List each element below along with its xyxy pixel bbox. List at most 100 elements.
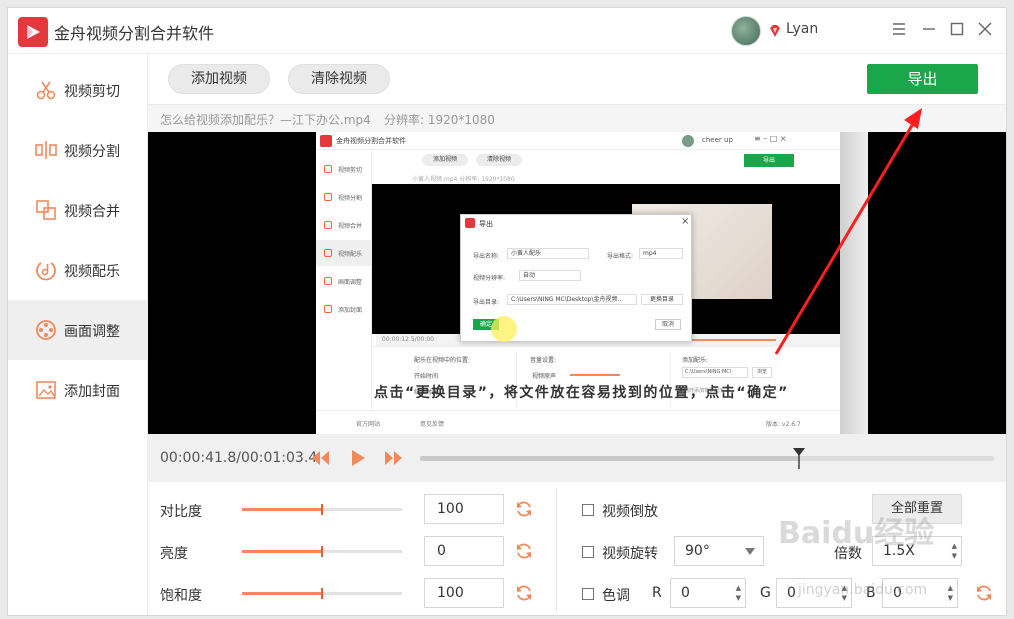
sidebar-item-cut[interactable]: 视频剪切 [8, 60, 148, 120]
app-logo-icon [18, 17, 48, 47]
contrast-input[interactable]: 100 [424, 494, 504, 524]
close-icon[interactable] [974, 18, 996, 40]
contrast-slider-handle[interactable] [321, 504, 323, 515]
sidebar-item-label: 视频合并 [64, 204, 120, 220]
timeline-track[interactable] [420, 456, 994, 461]
file-info-bar: 怎么给视频添加配乐？—江下办公.mp4 分辨率: 1920*1080 [148, 104, 1006, 132]
sidebar-item-music[interactable]: 视频配乐 [8, 240, 148, 300]
maximize-icon[interactable] [946, 18, 968, 40]
music-icon [36, 262, 56, 281]
g-label: G [760, 585, 771, 601]
saturation-slider-fill [242, 592, 322, 595]
dialog-name-label: 导出名称: [473, 253, 500, 260]
inner-add-video-button: 添加视频 [422, 154, 468, 166]
dialog-dir-field: C:\Users\NING MC\Desktop\金舟视频.. [507, 294, 637, 305]
add-video-button[interactable]: 添加视频 [168, 64, 270, 94]
dialog-mode-label: 视频分辨率: [473, 275, 506, 282]
scissors-icon [36, 81, 56, 100]
sidebar-item-cover[interactable]: 添加封面 [8, 360, 148, 420]
inner-user-name: cheer up [702, 136, 733, 144]
inner-sidebar-item: 视频配乐 [316, 240, 372, 266]
minimize-icon[interactable] [918, 18, 940, 40]
timeline-bar: 00:00:41.8/00:01:03.4 [148, 434, 1006, 482]
sidebar-item-label: 画面调整 [64, 324, 120, 340]
brightness-slider[interactable] [242, 546, 402, 557]
brightness-label: 亮度 [160, 546, 188, 562]
inner-status-bar: 官方网站 意见反馈 版本: v2.6.7 [316, 410, 840, 434]
rotate-label: 视频旋转 [602, 546, 658, 562]
app-title: 金舟视频分割合并软件 [54, 24, 215, 43]
refresh-icon[interactable] [514, 499, 534, 519]
dialog-mode-select: 自动 [519, 270, 581, 281]
avatar[interactable] [731, 16, 761, 46]
saturation-slider[interactable] [242, 588, 402, 599]
r-label: R [652, 585, 662, 601]
reverse-checkbox[interactable] [582, 504, 594, 516]
speed-spinner-icon[interactable]: ▲ ▼ [952, 541, 957, 561]
refresh-icon[interactable] [514, 583, 534, 603]
menu-icon[interactable] [888, 18, 910, 40]
film-reel-icon [36, 320, 56, 340]
dialog-format-label: 导出格式: [607, 253, 634, 260]
file-name: 怎么给视频添加配乐？—江下办公.mp4 [160, 113, 371, 127]
r-spinner-icon[interactable]: ▲ ▼ [736, 583, 741, 603]
b-spinner-icon[interactable]: ▲ ▼ [948, 583, 953, 603]
inner-window-controls-icon: ≡ – □ × [754, 134, 787, 143]
brightness-input[interactable]: 0 [424, 536, 504, 566]
sidebar: 视频剪切 视频分割 视频合并 视频配乐 画面调整 添加封面 [8, 54, 148, 615]
rotate-select[interactable]: 90° [674, 536, 764, 566]
inner-sidebar-item: 视频剪切 [316, 156, 372, 182]
r-value: 0 [681, 585, 690, 601]
desktop-wallpaper [840, 132, 868, 434]
reverse-label: 视频倒放 [602, 504, 658, 520]
refresh-icon[interactable] [974, 583, 994, 603]
inner-app-title: 金舟视频分割合并软件 [336, 137, 406, 145]
brightness-slider-handle[interactable] [321, 546, 323, 557]
rewind-icon[interactable] [311, 449, 331, 467]
panel-divider [556, 488, 557, 612]
title-bar: 金舟视频分割合并软件 Lyan [8, 8, 1006, 54]
clear-video-button[interactable]: 清除视频 [288, 64, 390, 94]
playhead-icon[interactable] [792, 447, 805, 469]
fast-forward-icon[interactable] [383, 449, 403, 467]
inner-export-button: 导出 [744, 154, 794, 167]
user-name[interactable]: Lyan [786, 21, 818, 37]
brightness-slider-fill [242, 550, 322, 553]
file-resolution: 分辨率: 1920*1080 [384, 113, 495, 127]
tone-checkbox[interactable] [582, 588, 594, 600]
inner-file-info: 小黄人视频.mp4 分辨率: 1920*1080 [412, 176, 515, 183]
rotate-checkbox[interactable] [582, 546, 594, 558]
contrast-slider[interactable] [242, 504, 402, 515]
play-icon[interactable] [348, 449, 368, 467]
saturation-slider-handle[interactable] [321, 588, 323, 599]
inner-avatar [682, 135, 694, 147]
export-button[interactable]: 导出 [867, 64, 978, 94]
image-icon [36, 381, 56, 399]
split-icon [35, 141, 57, 159]
watermark-url: jingyan.baidu.com [798, 582, 928, 598]
vip-diamond-icon [770, 25, 780, 37]
sidebar-item-split[interactable]: 视频分割 [8, 120, 148, 180]
dialog-title: 导出 [479, 220, 493, 228]
click-highlight [491, 316, 517, 342]
contrast-label: 对比度 [160, 504, 202, 520]
saturation-label: 饱和度 [160, 588, 202, 604]
video-preview: 金舟视频分割合并软件 cheer up ≡ – □ × 添加视频 清除视频 导出… [148, 132, 1006, 434]
dialog-format-select: mp4 [639, 248, 683, 259]
timeline-progress [420, 456, 799, 461]
g-value: 0 [787, 585, 796, 601]
inner-sidebar-item: 添加封面 [316, 296, 372, 322]
inner-app-logo-icon [320, 135, 332, 147]
sidebar-item-adjust[interactable]: 画面调整 [8, 300, 148, 360]
sidebar-item-label: 添加封面 [64, 384, 120, 400]
r-input[interactable]: 0 ▲ ▼ [670, 578, 746, 608]
inner-sidebar-item: 视频合并 [316, 212, 372, 238]
dialog-dir-label: 导出目录: [473, 299, 500, 306]
saturation-input[interactable]: 100 [424, 578, 504, 608]
sidebar-item-label: 视频配乐 [64, 264, 120, 280]
inner-title-bar: 金舟视频分割合并软件 cheer up ≡ – □ × [316, 132, 840, 150]
sidebar-item-merge[interactable]: 视频合并 [8, 180, 148, 240]
dialog-logo-icon [465, 218, 475, 228]
app-window: 金舟视频分割合并软件 Lyan 视频剪切 视频分割 视频合并 视频配乐 画面调整 [7, 7, 1007, 616]
refresh-icon[interactable] [514, 541, 534, 561]
